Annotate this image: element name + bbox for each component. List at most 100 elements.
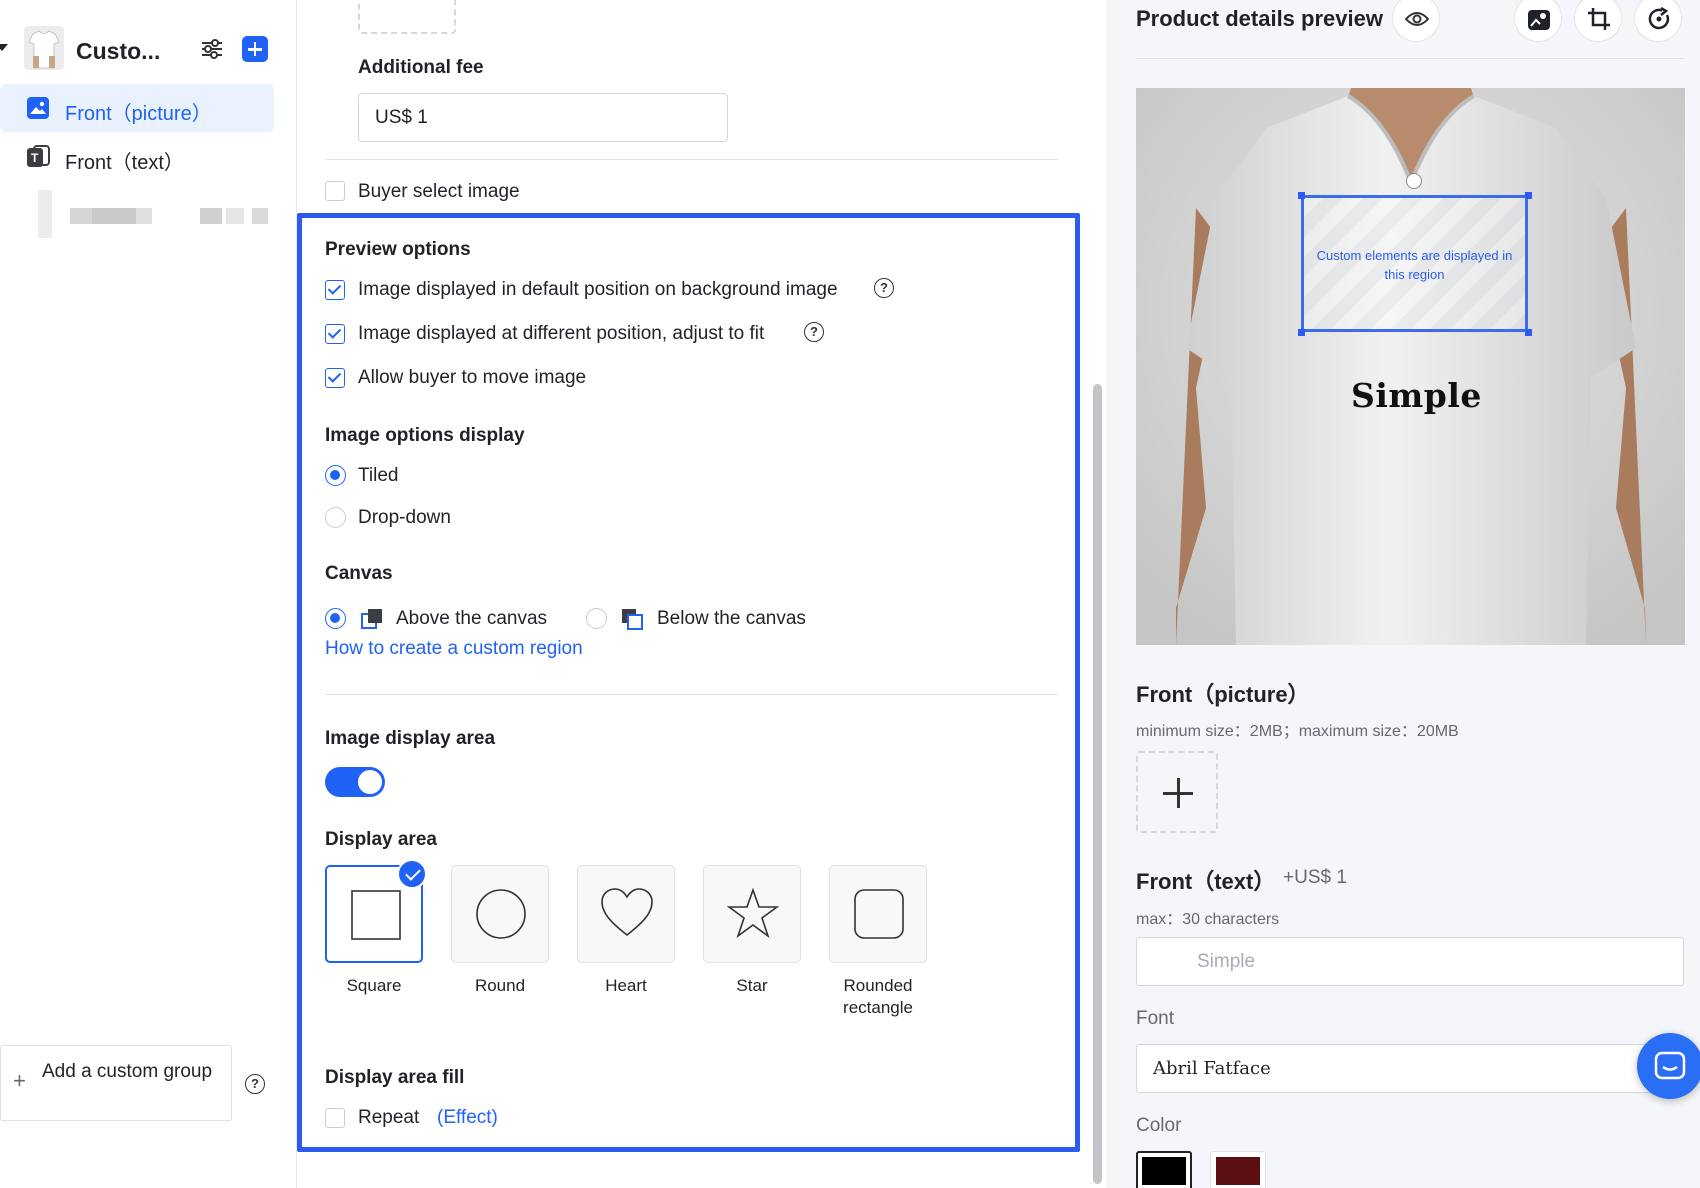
star-shape-icon	[727, 888, 779, 939]
sidebar: Custo... Front（picture） T Front（text） + …	[0, 0, 297, 1188]
image-replace-icon	[1528, 10, 1550, 30]
shape-option-square[interactable]	[325, 859, 427, 963]
plus-icon: +	[13, 1068, 26, 1093]
scrollbar[interactable]	[1089, 0, 1106, 1188]
add-item-icon[interactable]	[242, 36, 268, 62]
dropdown-label: Drop-down	[358, 507, 451, 528]
chat-icon	[1654, 1051, 1686, 1080]
sidebar-item-label: Front（picture）	[65, 103, 212, 125]
sidebar-item-front-picture[interactable]: Front（picture）	[0, 84, 274, 132]
selected-check-icon	[397, 859, 427, 889]
allow-move-checkbox[interactable]	[325, 368, 345, 388]
shape-option-heart[interactable]	[577, 865, 675, 963]
tiled-radio[interactable]	[325, 465, 346, 486]
sidebar-item-label: Front（text）	[65, 152, 184, 174]
shape-label: Rounded rectangle	[843, 976, 913, 1017]
divider	[325, 694, 1058, 695]
repeat-label: Repeat	[358, 1107, 420, 1128]
buyer-select-image-checkbox[interactable]	[325, 181, 345, 201]
eye-button[interactable]	[1392, 0, 1440, 42]
collapse-caret-icon[interactable]	[0, 44, 8, 51]
image-options-display-title: Image options display	[325, 425, 525, 446]
custom-group-name: Custo...	[76, 38, 161, 64]
scrollbar-thumb[interactable]	[1093, 384, 1102, 1184]
crop-icon	[1588, 8, 1610, 30]
font-select[interactable]: Abril Fatface	[1136, 1044, 1684, 1093]
sidebar-item-front-text[interactable]: T Front（text）	[0, 133, 274, 181]
chat-support-button[interactable]	[1637, 1033, 1700, 1099]
text-max-hint: max：30 characters	[1136, 911, 1280, 928]
font-label: Font	[1136, 1008, 1175, 1029]
help-icon[interactable]: ?	[874, 278, 894, 298]
below-canvas-radio[interactable]	[586, 608, 607, 629]
shape-label: Square	[346, 976, 402, 995]
shirt-custom-text: Simple	[1351, 376, 1482, 415]
display-area-fill-title: Display area fill	[325, 1067, 465, 1088]
tiled-label: Tiled	[358, 465, 399, 486]
divider	[325, 159, 1058, 160]
additional-fee-label: Additional fee	[358, 57, 484, 78]
dropdown-radio[interactable]	[325, 507, 346, 528]
refresh-icon	[1648, 7, 1670, 30]
upload-placeholder[interactable]	[358, 0, 456, 34]
svg-text:T: T	[31, 151, 39, 165]
blurred-item-placeholder	[30, 190, 270, 238]
resize-handle[interactable]	[1525, 329, 1532, 336]
shape-label: Star	[736, 976, 768, 995]
custom-group-row[interactable]: Custo...	[0, 20, 297, 82]
custom-region-box[interactable]: Custom elements are displayed in this re…	[1301, 195, 1528, 332]
help-icon[interactable]: ?	[245, 1074, 265, 1094]
custom-text-input[interactable]: Simple	[1136, 937, 1684, 986]
shape-option-star[interactable]	[703, 865, 801, 963]
rotate-handle-icon[interactable]	[1406, 173, 1422, 189]
allow-move-label: Allow buyer to move image	[358, 367, 587, 388]
adjust-settings-icon[interactable]	[199, 36, 225, 62]
add-custom-group-button[interactable]: + Add a custom group	[0, 1045, 232, 1121]
resize-handle[interactable]	[1525, 192, 1532, 199]
shape-option-rounded-rectangle[interactable]	[829, 865, 927, 963]
picture-size-hint: minimum size：2MB；maximum size：20MB	[1136, 723, 1459, 740]
shape-option-round[interactable]	[451, 865, 549, 963]
divider	[1136, 58, 1684, 59]
resize-handle[interactable]	[1298, 329, 1305, 336]
upload-picture-button[interactable]	[1136, 751, 1218, 833]
buyer-select-image-label: Buyer select image	[358, 181, 520, 202]
help-icon[interactable]: ?	[804, 322, 824, 342]
above-canvas-label: Above the canvas	[396, 608, 548, 629]
canvas-title: Canvas	[325, 563, 393, 584]
custom-region-help-link[interactable]: How to create a custom region	[325, 638, 583, 660]
eye-icon	[1405, 12, 1429, 26]
picture-section-title: Front（picture）	[1136, 682, 1310, 707]
below-canvas-label: Below the canvas	[657, 608, 806, 629]
square-shape-icon	[351, 890, 401, 940]
text-section-title: Front（text）	[1136, 869, 1276, 894]
crop-button[interactable]	[1574, 0, 1622, 42]
resize-handle[interactable]	[1298, 192, 1305, 199]
replace-image-button[interactable]	[1514, 0, 1562, 42]
above-canvas-radio[interactable]	[325, 608, 346, 629]
effect-link[interactable]: (Effect)	[437, 1107, 498, 1129]
color-swatch-black[interactable]	[1136, 1151, 1192, 1188]
highlight-frame	[297, 213, 1080, 1152]
circle-shape-icon	[476, 889, 526, 939]
text-layer-icon: T	[27, 145, 50, 167]
custom-region-text: Custom elements are displayed in this re…	[1316, 248, 1513, 282]
adjust-to-fit-checkbox[interactable]	[325, 324, 345, 344]
image-display-area-toggle[interactable]	[325, 767, 385, 797]
repeat-checkbox[interactable]	[325, 1108, 345, 1128]
preview-title: Product details preview	[1136, 6, 1383, 31]
image-display-area-title: Image display area	[325, 728, 496, 749]
layer-below-icon	[622, 609, 643, 630]
adjust-to-fit-label: Image displayed at different position, a…	[358, 323, 765, 344]
color-swatch-maroon[interactable]	[1210, 1151, 1266, 1188]
default-position-checkbox[interactable]	[325, 280, 345, 300]
add-custom-group-label: Add a custom group	[42, 1061, 213, 1082]
reset-button[interactable]	[1634, 0, 1682, 42]
tshirt-model-photo	[1136, 88, 1685, 645]
product-preview-image: Custom elements are displayed in this re…	[1136, 88, 1685, 645]
picture-icon	[27, 97, 49, 119]
tshirt-thumbnail	[24, 26, 64, 70]
shape-label: Round	[474, 976, 526, 995]
display-area-title: Display area	[325, 829, 437, 850]
additional-fee-input[interactable]: US$ 1	[358, 93, 728, 142]
